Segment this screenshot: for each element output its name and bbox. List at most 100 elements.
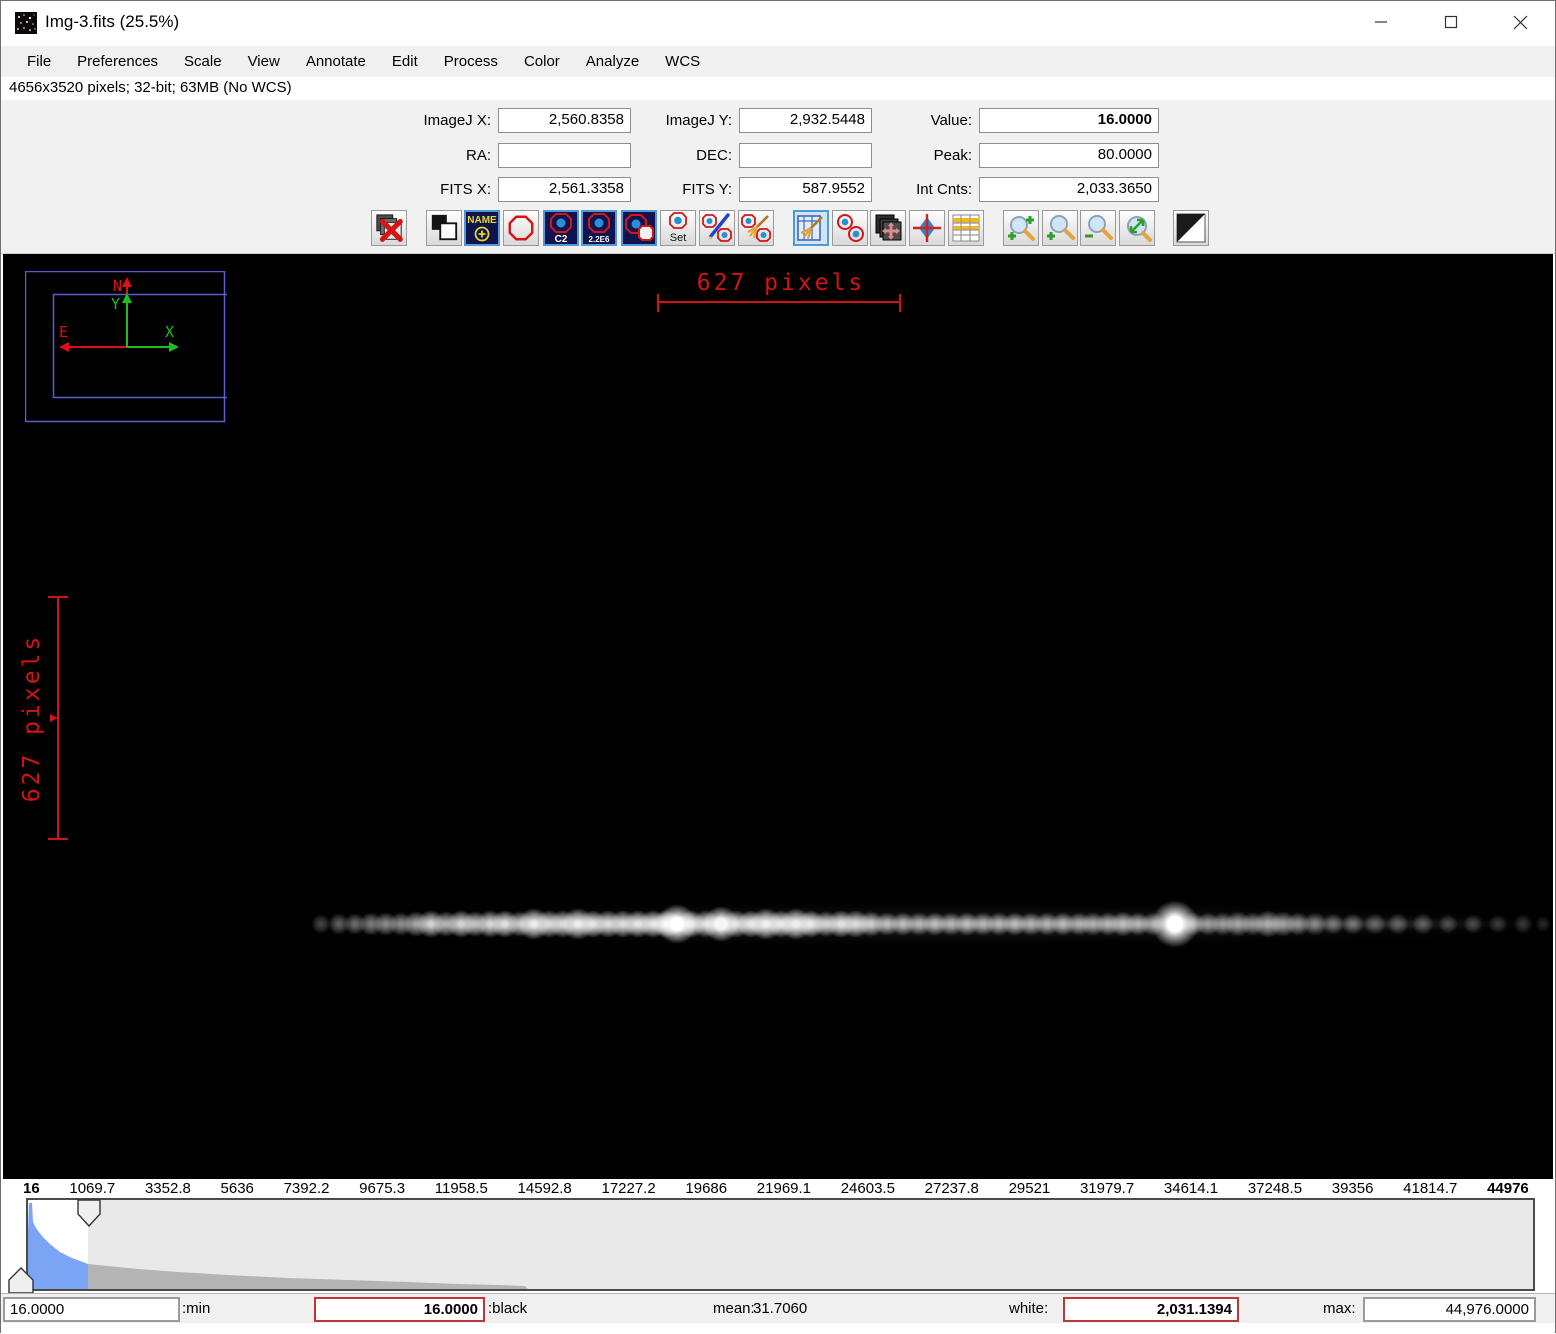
- centroid-crosshair-icon: [911, 212, 943, 244]
- horizontal-scale-annotation: 627 pixels: [651, 269, 911, 315]
- peak-label: Peak:: [852, 143, 972, 168]
- aperture-22e6-button[interactable]: 2.2E6: [581, 210, 617, 246]
- zoom-fit-icon: [1121, 212, 1153, 244]
- zoom-out-button[interactable]: [1080, 210, 1116, 246]
- black-field[interactable]: 16.0000: [314, 1297, 485, 1322]
- zoom-in-fast-icon: [1005, 212, 1037, 244]
- aperture-set-button[interactable]: Set: [660, 210, 696, 246]
- aperture-c2-button[interactable]: C2: [543, 210, 579, 246]
- black-label: :black: [488, 1300, 527, 1317]
- hist-tick: 21969.1: [757, 1180, 811, 1197]
- invert-lut-button[interactable]: [1173, 210, 1209, 246]
- compass-n-label: N: [113, 277, 122, 295]
- menu-item-color[interactable]: Color: [511, 49, 573, 74]
- hist-tick: 1069.7: [69, 1180, 115, 1197]
- zoom-in-fast-button[interactable]: [1003, 210, 1039, 246]
- aperture-button[interactable]: [503, 210, 539, 246]
- menu-item-view[interactable]: View: [235, 49, 293, 74]
- hist-tick: 24603.5: [841, 1180, 895, 1197]
- menu-item-annotate[interactable]: Annotate: [293, 49, 379, 74]
- control-panel: ImageJ X: 2,560.8358 ImageJ Y: 2,932.544…: [1, 100, 1555, 254]
- hist-tick: 37248.5: [1248, 1180, 1302, 1197]
- fits-x-label: FITS X:: [371, 177, 491, 202]
- mean-value: 31.7060: [753, 1300, 807, 1317]
- peak-field[interactable]: 80.0000: [979, 143, 1159, 168]
- spectrum-blob: [1488, 914, 1507, 933]
- int-cnts-field[interactable]: 2,033.3650: [979, 177, 1159, 202]
- multi-aperture-icon: [834, 212, 866, 244]
- menu-item-scale[interactable]: Scale: [171, 49, 235, 74]
- clear-overlay-broom-icon: [795, 212, 827, 244]
- mean-label: mean:: [713, 1300, 755, 1317]
- image-info-line: 4656x3520 pixels; 32-bit; 63MB (No WCS): [1, 77, 1555, 100]
- clear-overlay-button[interactable]: [793, 210, 829, 246]
- hist-tick: 39356: [1332, 1180, 1374, 1197]
- svg-text:2.2E6: 2.2E6: [589, 235, 610, 244]
- hist-tick: 5636: [221, 1180, 254, 1197]
- hist-tick: 11958.5: [435, 1180, 488, 1197]
- menu-bar: FilePreferencesScaleViewAnnotateEditProc…: [1, 46, 1555, 77]
- compass-y-label: Y: [111, 295, 120, 313]
- spectrum-blob: [1438, 914, 1457, 933]
- zoom-out-icon: [1082, 212, 1114, 244]
- image-canvas[interactable]: N Y E X 627 pixels 627 pixels: [3, 254, 1553, 1179]
- spectrum-blob: [1513, 914, 1532, 933]
- spectrum-blob: [1412, 913, 1434, 935]
- menu-item-preferences[interactable]: Preferences: [64, 49, 171, 74]
- multi-aperture-button[interactable]: [832, 210, 868, 246]
- hist-tick: 17227.2: [601, 1180, 655, 1197]
- annotate-name-button[interactable]: NAME: [464, 210, 500, 246]
- close-button[interactable]: [1497, 1, 1544, 43]
- dec-label: DEC:: [612, 143, 732, 168]
- clear-apertures-button[interactable]: [738, 210, 774, 246]
- value-field[interactable]: 16.0000: [979, 108, 1159, 133]
- centroid-button[interactable]: [909, 210, 945, 246]
- contrast-icon: [429, 213, 459, 243]
- maximize-button[interactable]: [1427, 1, 1474, 43]
- hist-tick: 44976: [1487, 1180, 1529, 1197]
- zoom-fit-button[interactable]: [1119, 210, 1155, 246]
- aperture-set-icon: Set: [662, 212, 694, 244]
- spectrum-blob: [1364, 913, 1386, 935]
- menu-item-edit[interactable]: Edit: [379, 49, 431, 74]
- menu-item-analyze[interactable]: Analyze: [573, 49, 652, 74]
- histogram-panel[interactable]: [26, 1198, 1535, 1291]
- imagej-y-label: ImageJ Y:: [612, 108, 732, 133]
- white-level-slider[interactable]: [77, 1199, 101, 1227]
- title-bar: Img-3.fits (25.5%): [1, 1, 1555, 46]
- brightness-contrast-button[interactable]: [426, 210, 462, 246]
- edit-apertures-button[interactable]: [699, 210, 735, 246]
- close-all-images-button[interactable]: [371, 210, 407, 246]
- svg-text:Set: Set: [670, 232, 687, 244]
- vertical-scale-annotation: 627 pixels: [21, 592, 73, 844]
- menu-item-wcs[interactable]: WCS: [652, 49, 713, 74]
- aperture-overlay-button[interactable]: [621, 210, 657, 246]
- spectrum-blob: [1322, 913, 1344, 935]
- histogram-ticks: 161069.73352.856367392.29675.311958.5145…: [23, 1179, 1529, 1198]
- white-label: white:: [1009, 1300, 1048, 1317]
- aperture-overlay-icon: [623, 212, 655, 244]
- ra-label: RA:: [371, 143, 491, 168]
- measurements-table-button[interactable]: [948, 210, 984, 246]
- min-label: :min: [182, 1300, 210, 1317]
- min-field[interactable]: 16.0000: [3, 1297, 180, 1322]
- max-field[interactable]: 44,976.0000: [1363, 1297, 1536, 1322]
- app-icon: [15, 12, 37, 34]
- hist-tick: 31979.7: [1080, 1180, 1134, 1197]
- white-field[interactable]: 2,031.1394: [1063, 1297, 1239, 1322]
- spectrum-blob: [1342, 913, 1364, 935]
- black-level-slider[interactable]: [8, 1267, 34, 1294]
- menu-item-process[interactable]: Process: [431, 49, 511, 74]
- zoom-in-button[interactable]: [1042, 210, 1078, 246]
- window-title: Img-3.fits (25.5%): [45, 12, 179, 32]
- menu-item-file[interactable]: File: [14, 49, 64, 74]
- maximize-icon: [1444, 15, 1458, 29]
- minimize-button[interactable]: [1357, 1, 1404, 43]
- spectrum-blob: [1535, 916, 1552, 933]
- align-stack-button[interactable]: [870, 210, 906, 246]
- astroimagej-window: { "window": { "title": "Img-3.fits (25.5…: [0, 0, 1556, 1333]
- svg-text:C2: C2: [555, 234, 568, 244]
- annotate-name-icon: NAME: [466, 212, 498, 244]
- hist-tick: 16: [23, 1180, 40, 1197]
- value-label: Value:: [852, 108, 972, 133]
